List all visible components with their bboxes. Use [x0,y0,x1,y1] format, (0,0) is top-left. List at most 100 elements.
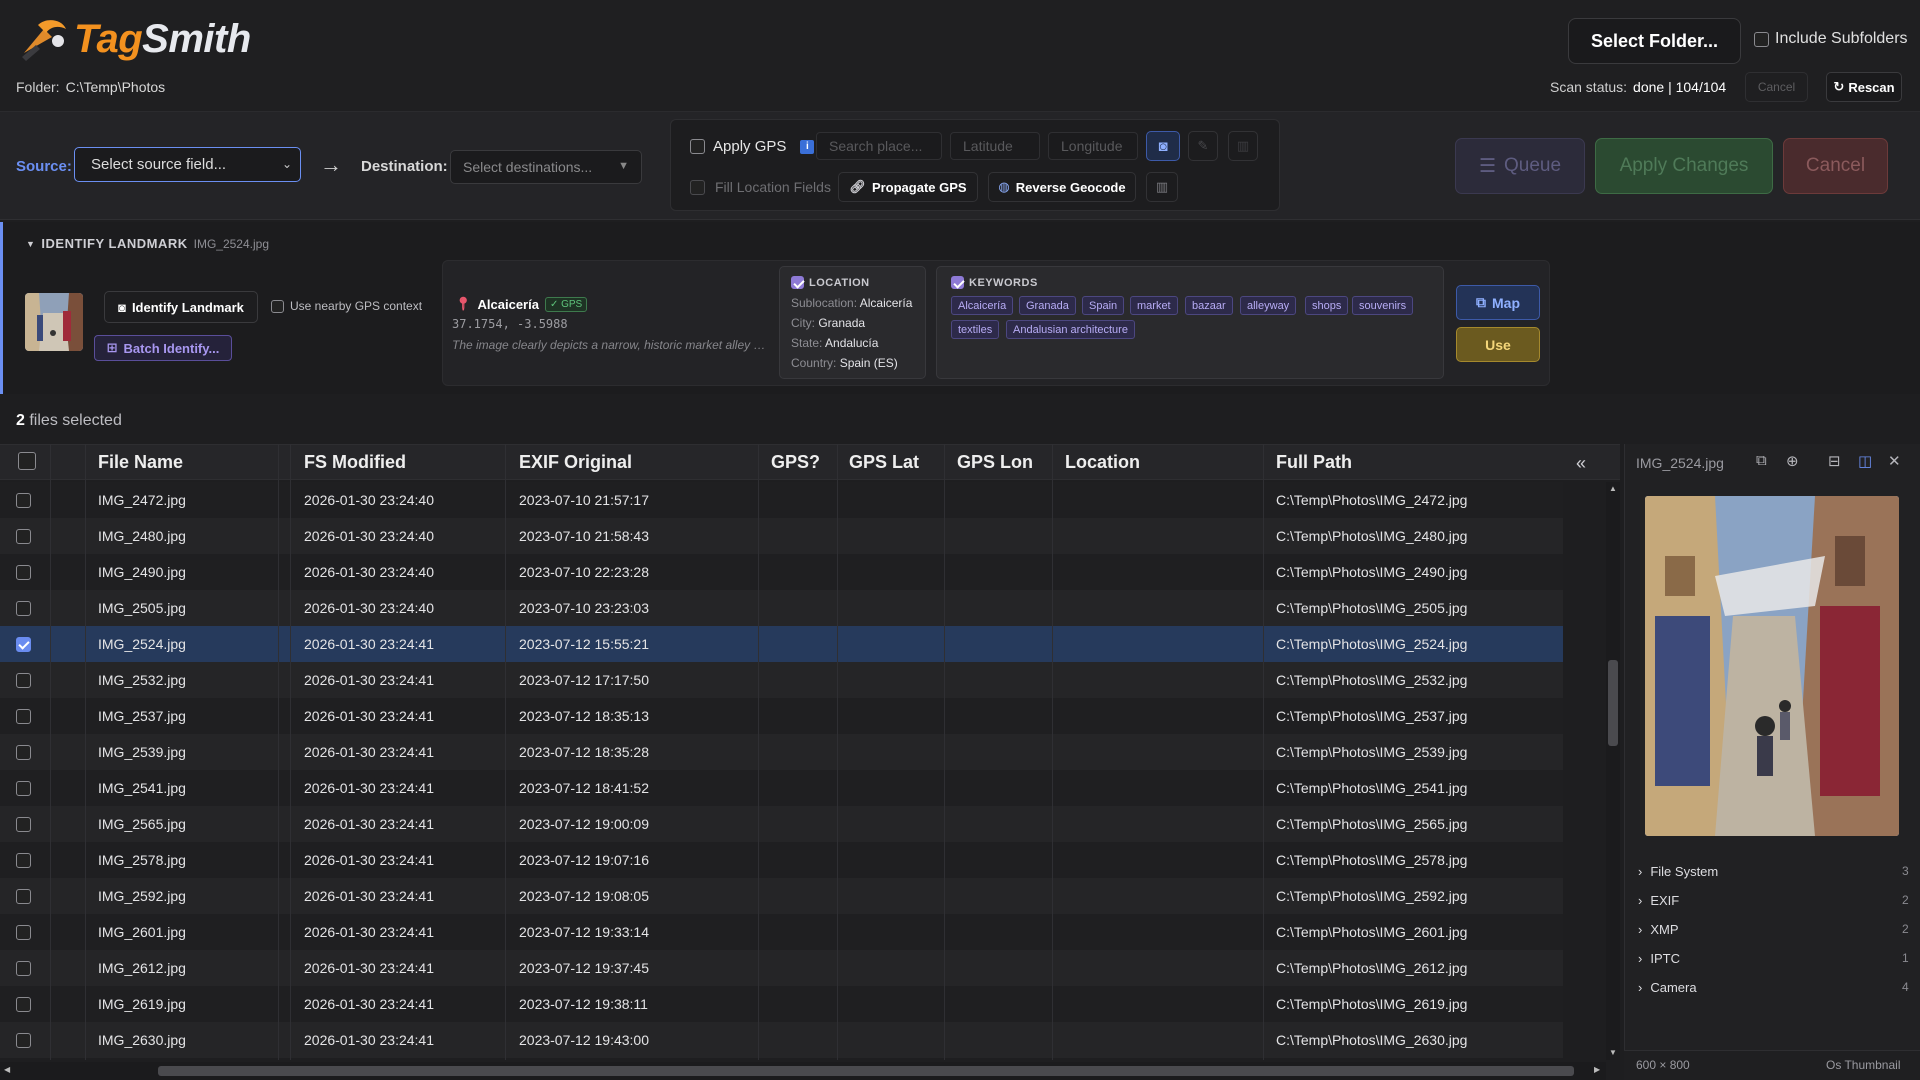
zoom-icon[interactable]: ⊕ [1786,452,1799,470]
identify-landmark-button[interactable]: ◙ Identify Landmark [104,291,258,323]
queue-button[interactable]: ☰ Queue [1455,138,1585,194]
propagate-gps-button[interactable]: 🔗︎ Propagate GPS [838,172,978,202]
table-row[interactable]: IMG_2537.jpg 2026-01-30 23:24:41 2023-07-1… [0,698,1563,734]
row-checkbox[interactable] [16,817,31,832]
table-row[interactable]: IMG_2578.jpg 2026-01-30 23:24:41 2023-07-1… [0,842,1563,878]
checkbox-icon[interactable] [951,276,964,289]
row-checkbox[interactable] [16,745,31,760]
row-checkbox[interactable] [16,889,31,904]
row-checkbox[interactable] [16,529,31,544]
row-checkbox[interactable] [16,493,31,508]
keyword-tag[interactable]: Spain [1082,296,1125,315]
table-row[interactable]: IMG_2472.jpg 2026-01-30 23:24:40 2023-07-1… [0,482,1563,518]
row-checkbox[interactable] [16,637,31,652]
column-header-exif-original[interactable]: EXIF Original [519,452,632,473]
select-all-checkbox[interactable] [18,452,36,470]
scroll-down-icon[interactable]: ▼ [1609,1048,1617,1057]
checkbox-icon[interactable] [690,139,705,154]
source-select[interactable]: Select source field... ⌄ [74,147,301,182]
open-external-icon[interactable]: ⧉ [1756,452,1767,469]
keywords-toggle[interactable]: KEYWORDS [951,276,1038,289]
column-header-location[interactable]: Location [1065,452,1140,473]
table-row[interactable]: IMG_2490.jpg 2026-01-30 23:24:40 2023-07-1… [0,554,1563,590]
table-row[interactable]: IMG_2619.jpg 2026-01-30 23:24:41 2023-07-1… [0,986,1563,1022]
row-checkbox[interactable] [16,709,31,724]
vertical-scrollbar-thumb[interactable] [1608,660,1618,746]
layout-horizontal-icon[interactable]: ⊟ [1828,452,1841,470]
table-row[interactable]: IMG_2505.jpg 2026-01-30 23:24:40 2023-07-1… [0,590,1563,626]
select-folder-button[interactable]: Select Folder... [1568,18,1741,64]
row-checkbox[interactable] [16,925,31,940]
rescan-button[interactable]: ↻ Rescan [1826,72,1902,102]
search-place-input[interactable]: Search place... [816,132,942,160]
table-row[interactable]: IMG_2480.jpg 2026-01-30 23:24:40 2023-07-1… [0,518,1563,554]
batch-identify-button[interactable]: ⊞ Batch Identify... [94,335,232,361]
column-header-gps[interactable]: GPS? [771,452,820,473]
keyword-tag[interactable]: market [1130,296,1178,315]
table-row[interactable]: IMG_2630.jpg 2026-01-30 23:24:41 2023-07-1… [0,1022,1563,1058]
table-row[interactable]: IMG_2541.jpg 2026-01-30 23:24:41 2023-07-1… [0,770,1563,806]
keyword-tag[interactable]: shops [1305,296,1349,315]
use-button[interactable]: Use [1456,327,1540,362]
column-header-fs-modified[interactable]: FS Modified [304,452,406,473]
table-row[interactable]: IMG_2612.jpg 2026-01-30 23:24:41 2023-07-1… [0,950,1563,986]
scroll-left-icon[interactable]: ◀ [4,1065,10,1074]
row-checkbox[interactable] [16,673,31,688]
tree-xmp[interactable]: › XMP [1638,922,1679,937]
keyword-tag[interactable]: textiles [951,320,1000,339]
cancel-button[interactable]: Cancel [1783,138,1888,194]
table-row[interactable]: IMG_2539.jpg 2026-01-30 23:24:41 2023-07-1… [0,734,1563,770]
row-checkbox[interactable] [16,565,31,580]
longitude-input[interactable]: Longitude [1048,132,1138,160]
checkbox-icon[interactable] [271,299,284,313]
table-row[interactable]: IMG_2532.jpg 2026-01-30 23:24:41 2023-07-1… [0,662,1563,698]
table-row[interactable]: IMG_2565.jpg 2026-01-30 23:24:41 2023-07-1… [0,806,1563,842]
cancel-scan-button[interactable]: Cancel [1745,72,1808,102]
destination-select[interactable]: Select destinations... ▼ [450,150,642,184]
horizontal-scrollbar-thumb[interactable] [158,1066,1574,1076]
table-row[interactable]: IMG_2592.jpg 2026-01-30 23:24:41 2023-07-1… [0,878,1563,914]
scroll-right-icon[interactable]: ▶ [1594,1065,1600,1074]
tree-camera[interactable]: › Camera [1638,980,1697,995]
location-toggle[interactable]: LOCATION [791,276,870,289]
info-icon[interactable]: i [800,139,815,154]
include-subfolders-checkbox[interactable]: Include Subfolders [1754,30,1908,48]
delete-gps-button[interactable]: ▥ [1228,131,1258,161]
table-row[interactable]: IMG_2601.jpg 2026-01-30 23:24:41 2023-07-1… [0,914,1563,950]
use-nearby-gps-checkbox[interactable]: Use nearby GPS context [271,299,422,313]
keyword-tag[interactable]: Alcaicería [951,296,1014,315]
camera-gps-button[interactable]: ◙ [1146,131,1180,161]
row-checkbox[interactable] [16,601,31,616]
column-header-full-path[interactable]: Full Path [1276,452,1352,473]
close-icon[interactable]: ✕ [1888,452,1901,470]
apply-changes-button[interactable]: Apply Changes [1595,138,1773,194]
keyword-tag[interactable]: Andalusian architecture [1006,320,1135,339]
fill-location-checkbox[interactable]: Fill Location Fields [690,179,831,195]
row-checkbox[interactable] [16,781,31,796]
row-checkbox[interactable] [16,997,31,1012]
column-header-gps-lat[interactable]: GPS Lat [849,452,919,473]
collapse-panel-icon[interactable]: « [1576,453,1586,474]
apply-gps-checkbox[interactable]: Apply GPS i [690,138,815,155]
row-checkbox[interactable] [16,961,31,976]
latitude-input[interactable]: Latitude [950,132,1040,160]
reverse-geocode-button[interactable]: ◍ Reverse Geocode [988,172,1136,202]
table-row[interactable]: IMG_2524.jpg 2026-01-30 23:24:41 2023-07-1… [0,626,1563,662]
checkbox-icon[interactable] [791,276,804,289]
keyword-tag[interactable]: alleyway [1240,296,1297,315]
scroll-up-icon[interactable]: ▲ [1609,484,1617,493]
checkbox-icon[interactable] [690,179,705,195]
tree-file-system[interactable]: › File System [1638,864,1718,879]
identify-landmark-header[interactable]: ▼ IDENTIFY LANDMARK IMG_2524.jpg [26,236,269,251]
column-header-gps-lon[interactable]: GPS Lon [957,452,1033,473]
row-checkbox[interactable] [16,1033,31,1048]
edit-button[interactable]: ✎ [1188,131,1218,161]
tree-iptc[interactable]: › IPTC [1638,951,1680,966]
keyword-tag[interactable]: bazaar [1185,296,1233,315]
keyword-tag[interactable]: Granada [1019,296,1076,315]
column-header-file-name[interactable]: File Name [98,452,183,473]
keyword-tag[interactable]: souvenirs [1352,296,1414,315]
collapse-caret-icon[interactable]: ▼ [26,239,35,249]
layout-side-icon[interactable]: ◫ [1858,452,1872,470]
vertical-scrollbar[interactable] [1606,482,1620,1060]
